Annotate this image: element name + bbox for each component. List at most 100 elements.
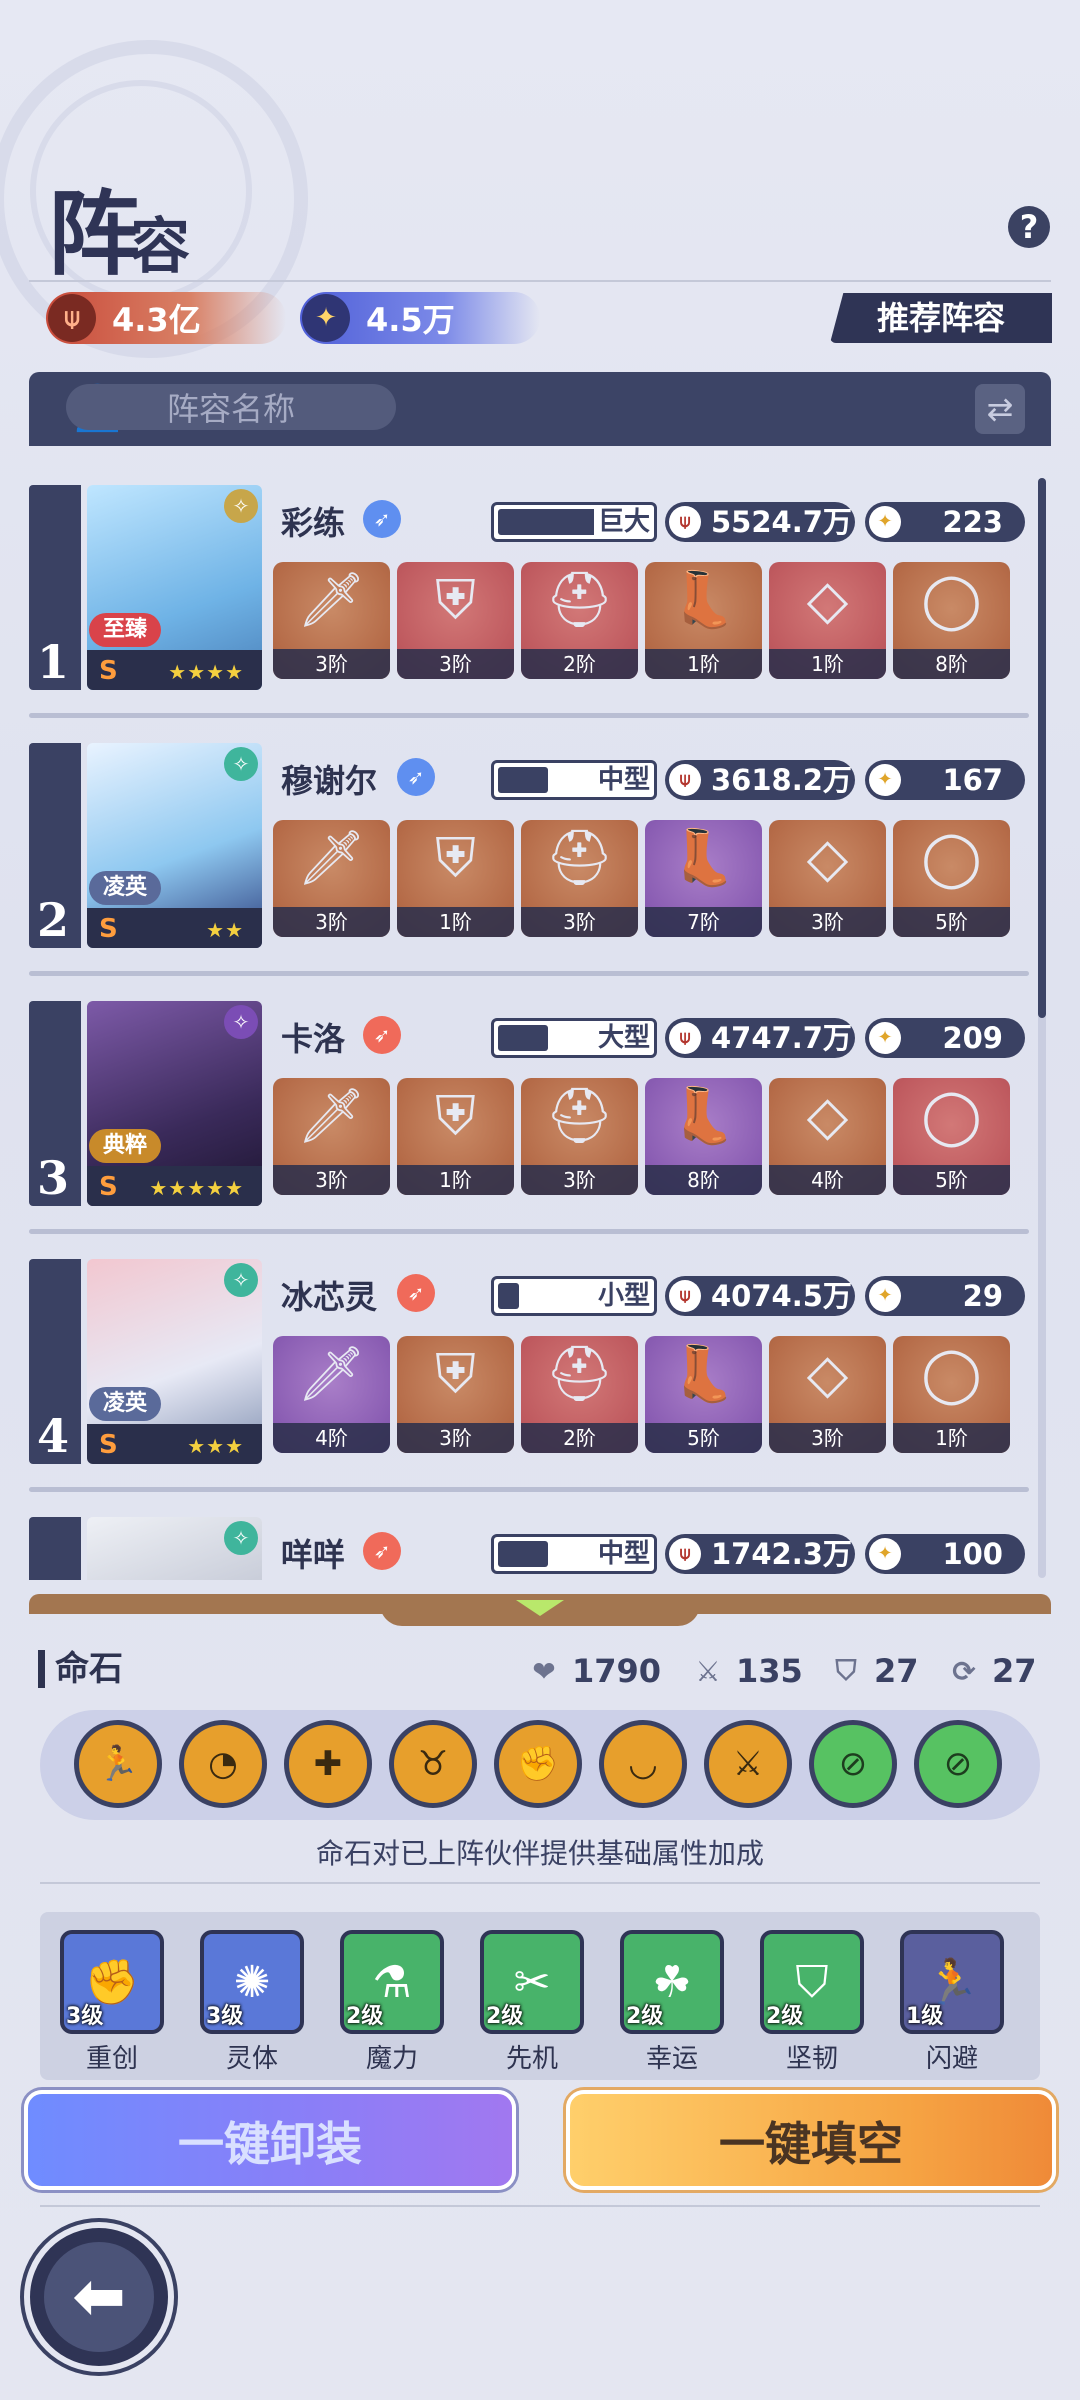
equipment-slot-boots[interactable]: 👢 1阶 bbox=[645, 562, 762, 679]
hp-stat: ❤ 1790 bbox=[526, 1652, 661, 1690]
equipment-slot-armor[interactable]: ⛨ 3阶 bbox=[397, 562, 514, 679]
recommend-lineup-button[interactable]: 推荐阵容 bbox=[830, 293, 1052, 343]
disabled-sword-icon[interactable]: ⊘ bbox=[914, 1720, 1002, 1808]
beast-icon[interactable]: ♉ bbox=[389, 1720, 477, 1808]
equipment-slot-boots[interactable]: 👢 8阶 bbox=[645, 1078, 762, 1195]
disabled-stone-icon[interactable]: ⊘ bbox=[809, 1720, 897, 1808]
armor-icon: ⛨ bbox=[435, 1084, 476, 1147]
sword-shield-icon[interactable]: ⚔ bbox=[704, 1720, 792, 1808]
clover-icon: ☘ 2级 bbox=[620, 1930, 724, 2034]
amulet-icon: ◇ bbox=[806, 568, 849, 631]
equipment-slot-armor[interactable]: ⛨ 1阶 bbox=[397, 820, 514, 937]
skill-spirit[interactable]: ✺ 3级 灵体 bbox=[200, 1930, 304, 2075]
lips-icon[interactable]: ◡ bbox=[599, 1720, 687, 1808]
hero-stars: ★★★★ bbox=[168, 660, 244, 684]
skill-level: 2级 bbox=[486, 2004, 524, 2029]
stones-description: 命石对已上阵伙伴提供基础属性加成 bbox=[315, 1837, 764, 1870]
star-pill: ✦ 209 bbox=[865, 1018, 1025, 1058]
star-resource: ✦ 4.5万 bbox=[300, 292, 540, 344]
hero-portrait[interactable]: ✧ S ★★ 凌英 bbox=[87, 743, 262, 948]
star-pill: ✦ 167 bbox=[865, 760, 1025, 800]
star-value: 4.5万 bbox=[366, 301, 455, 339]
equipment-slot-boots[interactable]: 👢 5阶 bbox=[645, 1336, 762, 1453]
helmet-icon: ⛑ bbox=[545, 1342, 614, 1405]
equipment-slot-amulet[interactable]: ◇ 3阶 bbox=[769, 1336, 886, 1453]
equipment-level: 3阶 bbox=[273, 1165, 390, 1195]
hero-portrait[interactable]: ✧ S ★★★★★ 典粹 bbox=[87, 1001, 262, 1206]
sword-icon: 🗡 bbox=[297, 568, 366, 631]
equipment-slot-sword[interactable]: 🗡 3阶 bbox=[273, 562, 390, 679]
skill-crossed-swords[interactable]: ✂ 2级 先机 bbox=[480, 1930, 584, 2075]
fill-all-button[interactable]: 一键填空 bbox=[566, 2090, 1056, 2190]
hero-row[interactable]: 2 ✧ S ★★ 凌英 穆谢尔 ➶ 中型 ⍦ 3618.2万 ✦ 167 🗡 3阶 ⛨ 1阶 ⛑ 3阶 👢 7阶 ◇ 3阶… bbox=[29, 728, 1029, 986]
skill-name: 闪避 bbox=[925, 2044, 978, 2074]
equipment-slot-amulet[interactable]: ◇ 3阶 bbox=[769, 820, 886, 937]
equipment-slot-sword[interactable]: 🗡 3阶 bbox=[273, 820, 390, 937]
power-resource: ⍦ 4.3亿 bbox=[46, 292, 286, 344]
equipment-slot-ring[interactable]: ◯ 5阶 bbox=[893, 820, 1010, 937]
dial-icon[interactable]: ◔ bbox=[179, 1720, 267, 1808]
hero-row[interactable]: 5 ✧ 咩咩 ➶ 中型 ⍦ 1742.3万 ✦ 100 bbox=[29, 1502, 1029, 1580]
hero-row[interactable]: 1 ✧ S ★★★★ 至臻 彩练 ➶ 巨大 ⍦ 5524.7万 ✦ 223 🗡 3阶 ⛨ 3阶 ⛑ 2阶 👢 1阶 ◇ 1… bbox=[29, 470, 1029, 728]
skill-fist[interactable]: ✊ 3级 重创 bbox=[60, 1930, 164, 2075]
equipment-slot-armor[interactable]: ⛨ 3阶 bbox=[397, 1336, 514, 1453]
equipment-level: 8阶 bbox=[645, 1165, 762, 1195]
amulet-icon: ◇ bbox=[806, 826, 849, 889]
hero-name: 彩练 bbox=[281, 504, 346, 542]
equipment-slot-sword[interactable]: 🗡 4阶 bbox=[273, 1336, 390, 1453]
hero-power: 1742.3万 bbox=[711, 1537, 852, 1571]
scrollbar-thumb[interactable] bbox=[1038, 478, 1046, 1018]
equipment-slot-helmet[interactable]: ⛑ 2阶 bbox=[521, 562, 638, 679]
lineup-name-field[interactable]: 阵容名称 bbox=[66, 384, 396, 430]
chevron-down-icon[interactable] bbox=[516, 1600, 564, 1616]
hero-tier-icon: S bbox=[99, 914, 118, 944]
skill-shield[interactable]: ⛉ 2级 坚韧 bbox=[760, 1930, 864, 2075]
equipment-slot-armor[interactable]: ⛨ 1阶 bbox=[397, 1078, 514, 1195]
back-button[interactable]: ⬅ bbox=[24, 2222, 174, 2372]
equipment-slot-ring[interactable]: ◯ 8阶 bbox=[893, 562, 1010, 679]
power-icon: ⍦ bbox=[669, 1538, 701, 1570]
moon-element-icon: ✧ bbox=[224, 1005, 258, 1039]
equipment-slot-ring[interactable]: ◯ 1阶 bbox=[893, 1336, 1010, 1453]
unequip-all-button[interactable]: 一键卸装 bbox=[24, 2090, 516, 2190]
hero-portrait[interactable]: ✧ bbox=[87, 1517, 262, 1580]
skill-clover[interactable]: ☘ 2级 幸运 bbox=[620, 1930, 724, 2075]
hero-row[interactable]: 4 ✧ S ★★★ 凌英 冰芯灵 ➶ 小型 ⍦ 4074.5万 ✦ 29 🗡 4阶 ⛨ 3阶 ⛑ 2阶 👢 5阶 ◇ 3阶… bbox=[29, 1244, 1029, 1502]
equipment-slot-helmet[interactable]: ⛑ 3阶 bbox=[521, 1078, 638, 1195]
hp-value: 1790 bbox=[572, 1652, 662, 1690]
equipment-slot-helmet[interactable]: ⛑ 3阶 bbox=[521, 820, 638, 937]
hero-stars: ★★★ bbox=[187, 1434, 244, 1458]
hero-row[interactable]: 3 ✧ S ★★★★★ 典粹 卡洛 ➶ 大型 ⍦ 4747.7万 ✦ 209 🗡 3阶 ⛨ 1阶 ⛑ 3阶 👢 8阶 ◇… bbox=[29, 986, 1029, 1244]
help-icon[interactable]: ? bbox=[1008, 206, 1050, 248]
equipment-slot-ring[interactable]: ◯ 5阶 bbox=[893, 1078, 1010, 1195]
equipment-level: 3阶 bbox=[769, 907, 886, 937]
cross-shield-icon[interactable]: ✚ bbox=[284, 1720, 372, 1808]
equipment-slot-sword[interactable]: 🗡 3阶 bbox=[273, 1078, 390, 1195]
star-icon: ✦ bbox=[869, 1022, 901, 1054]
star-icon: ✦ bbox=[869, 1280, 901, 1312]
equipment-slot-amulet[interactable]: ◇ 4阶 bbox=[769, 1078, 886, 1195]
hero-portrait[interactable]: ✧ S ★★★★ 至臻 bbox=[87, 485, 262, 690]
equipment-slot-helmet[interactable]: ⛑ 2阶 bbox=[521, 1336, 638, 1453]
row-divider bbox=[29, 971, 1029, 976]
equipment-slot-amulet[interactable]: ◇ 1阶 bbox=[769, 562, 886, 679]
fist-icon[interactable]: ✊ bbox=[494, 1720, 582, 1808]
equipment-level: 8阶 bbox=[893, 649, 1010, 679]
hero-tier-icon: S bbox=[99, 656, 118, 686]
equipment-level: 1阶 bbox=[397, 907, 514, 937]
skill-name: 魔力 bbox=[365, 2044, 418, 2074]
skill-runner[interactable]: 🏃 1级 闪避 bbox=[900, 1930, 1004, 2075]
swap-icon[interactable]: ⇄ bbox=[975, 384, 1025, 434]
skill-potion[interactable]: ⚗ 2级 魔力 bbox=[340, 1930, 444, 2075]
size-label: 巨大 bbox=[593, 505, 650, 539]
equipment-level: 3阶 bbox=[521, 1165, 638, 1195]
size-fill bbox=[498, 1541, 548, 1567]
runner-icon[interactable]: 🏃 bbox=[74, 1720, 162, 1808]
amulet-icon: ◇ bbox=[806, 1342, 849, 1405]
row-divider bbox=[29, 1229, 1029, 1234]
header-divider bbox=[29, 280, 1051, 282]
spirit-icon: ✺ 3级 bbox=[200, 1930, 304, 2034]
armor-icon: ⛨ bbox=[435, 1342, 476, 1405]
equipment-slot-boots[interactable]: 👢 7阶 bbox=[645, 820, 762, 937]
hero-portrait[interactable]: ✧ S ★★★ 凌英 bbox=[87, 1259, 262, 1464]
